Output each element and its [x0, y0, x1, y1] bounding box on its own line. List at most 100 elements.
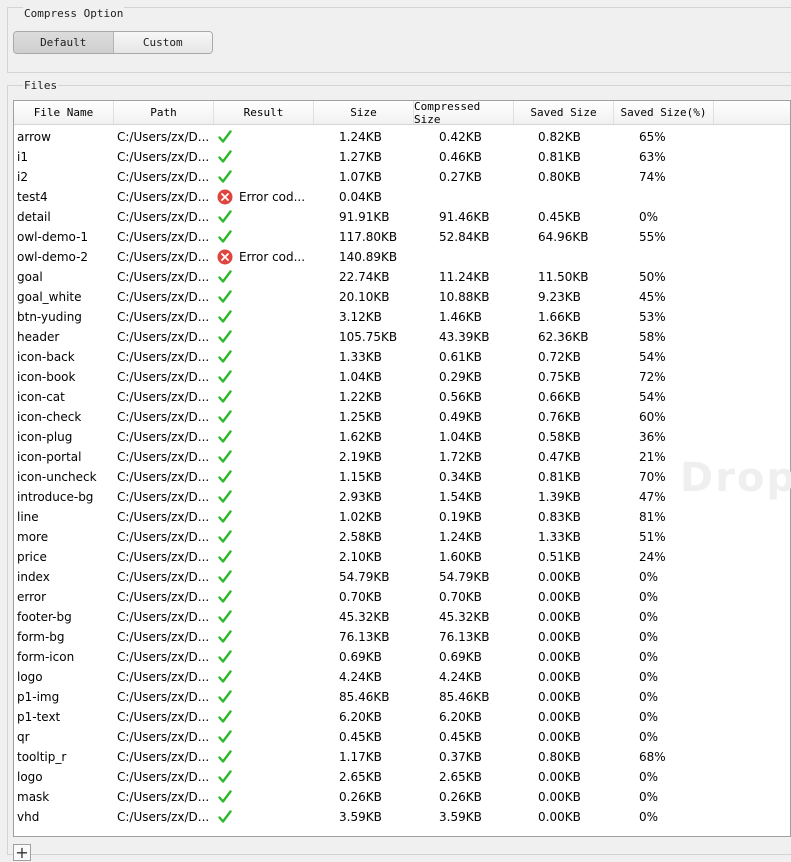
column-header-file-name[interactable]: File Name [14, 101, 114, 124]
file-name-cell: form-bg [17, 630, 65, 644]
result-cell [214, 129, 314, 145]
file-name-cell: introduce-bg [17, 490, 94, 504]
saved-percent-cell: 68% [639, 750, 666, 764]
table-row[interactable]: detail C:/Users/zx/D... 91.91KB 91.46KB 0.45… [14, 207, 790, 227]
size-cell: 1.62KB [339, 430, 382, 444]
saved-percent-cell: 0% [639, 730, 659, 744]
table-row[interactable]: qr C:/Users/zx/D... 0.45KB 0.45KB 0.00KB 0% [14, 727, 790, 747]
saved-percent-cell: 72% [639, 370, 666, 384]
table-row[interactable]: error C:/Users/zx/D... 0.70KB 0.70KB 0.00KB 0… [14, 587, 790, 607]
path-cell: C:/Users/zx/D... [117, 430, 210, 444]
table-row[interactable]: p1-text C:/Users/zx/D... 6.20KB 6.20KB 0.00K… [14, 707, 790, 727]
table-row[interactable]: price C:/Users/zx/D... 2.10KB 1.60KB 0.51KB 2… [14, 547, 790, 567]
table-row[interactable]: icon-portal C:/Users/zx/D... 2.19KB 1.72KB 0… [14, 447, 790, 467]
table-row[interactable]: vhd C:/Users/zx/D... 3.59KB 3.59KB 0.00KB 0% [14, 807, 790, 827]
table-row[interactable]: icon-uncheck C:/Users/zx/D... 1.15KB 0.34KB… [14, 467, 790, 487]
table-row[interactable]: icon-cat C:/Users/zx/D... 1.22KB 0.56KB 0.66… [14, 387, 790, 407]
table-row[interactable]: index C:/Users/zx/D... 54.79KB 54.79KB 0.00K… [14, 567, 790, 587]
table-row[interactable]: icon-check C:/Users/zx/D... 1.25KB 0.49KB 0.… [14, 407, 790, 427]
table-row[interactable]: goal C:/Users/zx/D... 22.74KB 11.24KB 11.50K… [14, 267, 790, 287]
size-cell: 1.33KB [339, 350, 382, 364]
column-header-path[interactable]: Path [114, 101, 214, 124]
saved-percent-cell: 0% [639, 690, 659, 704]
size-cell: 54.79KB [339, 570, 390, 584]
check-icon [217, 309, 233, 325]
table-row[interactable]: icon-plug C:/Users/zx/D... 1.62KB 1.04KB 0.5… [14, 427, 790, 447]
table-row[interactable]: footer-bg C:/Users/zx/D... 45.32KB 45.32KB 0… [14, 607, 790, 627]
file-name-cell: logo [17, 770, 43, 784]
table-row[interactable]: p1-img C:/Users/zx/D... 85.46KB 85.46KB 0.00… [14, 687, 790, 707]
size-cell: 2.93KB [339, 490, 382, 504]
saved-percent-cell: 0% [639, 590, 659, 604]
custom-option-button[interactable]: Custom [112, 32, 212, 53]
path-cell: C:/Users/zx/D... [117, 350, 210, 364]
compressed-size-cell: 11.24KB [439, 270, 490, 284]
compressed-size-cell: 45.32KB [439, 610, 490, 624]
table-row[interactable]: test4 C:/Users/zx/D... Error cod... 0.04KB [14, 187, 790, 207]
result-cell [214, 169, 314, 185]
table-row[interactable]: line C:/Users/zx/D... 1.02KB 0.19KB 0.83KB 81… [14, 507, 790, 527]
column-header-saved-percent[interactable]: Saved Size(%) [614, 101, 714, 124]
file-name-cell: icon-back [17, 350, 75, 364]
check-icon [217, 489, 233, 505]
check-icon [217, 549, 233, 565]
table-row[interactable]: logo C:/Users/zx/D... 4.24KB 4.24KB 0.00KB 0% [14, 667, 790, 687]
file-name-cell: icon-book [17, 370, 76, 384]
check-icon [217, 809, 233, 825]
compressed-size-cell: 0.37KB [439, 750, 482, 764]
check-icon [217, 589, 233, 605]
saved-size-cell: 0.00KB [538, 770, 581, 784]
table-row[interactable]: more C:/Users/zx/D... 2.58KB 1.24KB 1.33KB 51… [14, 527, 790, 547]
compressed-size-cell: 76.13KB [439, 630, 490, 644]
path-cell: C:/Users/zx/D... [117, 610, 210, 624]
result-cell [214, 429, 314, 445]
table-row[interactable]: i1 C:/Users/zx/D... 1.27KB 0.46KB 0.81KB 63% [14, 147, 790, 167]
column-header-saved-size[interactable]: Saved Size [514, 101, 614, 124]
default-option-button[interactable]: Default [14, 32, 113, 53]
table-row[interactable]: header C:/Users/zx/D... 105.75KB 43.39KB 62.… [14, 327, 790, 347]
column-header-size[interactable]: Size [314, 101, 414, 124]
table-row[interactable]: mask C:/Users/zx/D... 0.26KB 0.26KB 0.00KB 0% [14, 787, 790, 807]
saved-percent-cell: 54% [639, 390, 666, 404]
table-row[interactable]: i2 C:/Users/zx/D... 1.07KB 0.27KB 0.80KB 74% [14, 167, 790, 187]
size-cell: 0.26KB [339, 790, 382, 804]
file-name-cell: icon-check [17, 410, 82, 424]
table-row[interactable]: goal_white C:/Users/zx/D... 20.10KB 10.88KB… [14, 287, 790, 307]
file-name-cell: index [17, 570, 50, 584]
result-cell [214, 649, 314, 665]
result-cell [214, 269, 314, 285]
table-row[interactable]: btn-yuding C:/Users/zx/D... 3.12KB 1.46KB 1.… [14, 307, 790, 327]
size-cell: 1.22KB [339, 390, 382, 404]
table-row[interactable]: icon-book C:/Users/zx/D... 1.04KB 0.29KB 0.7… [14, 367, 790, 387]
table-row[interactable]: introduce-bg C:/Users/zx/D... 2.93KB 1.54KB… [14, 487, 790, 507]
table-row[interactable]: tooltip_r C:/Users/zx/D... 1.17KB 0.37KB 0.8… [14, 747, 790, 767]
table-row[interactable]: logo C:/Users/zx/D... 2.65KB 2.65KB 0.00KB 0% [14, 767, 790, 787]
size-cell: 1.17KB [339, 750, 382, 764]
table-row[interactable]: icon-back C:/Users/zx/D... 1.33KB 0.61KB 0.7… [14, 347, 790, 367]
table-row[interactable]: owl-demo-2 C:/Users/zx/D... Error cod... 14… [14, 247, 790, 267]
check-icon [217, 349, 233, 365]
add-file-button[interactable]: + [13, 844, 31, 861]
column-header-compressed-size[interactable]: Compressed Size [414, 101, 514, 126]
file-name-cell: i1 [17, 150, 28, 164]
table-row[interactable]: owl-demo-1 C:/Users/zx/D... 117.80KB 52.84K… [14, 227, 790, 247]
compressed-size-cell: 2.65KB [439, 770, 482, 784]
table-row[interactable]: form-icon C:/Users/zx/D... 0.69KB 0.69KB 0.0… [14, 647, 790, 667]
file-name-cell: more [17, 530, 49, 544]
saved-percent-cell: 51% [639, 530, 666, 544]
path-cell: C:/Users/zx/D... [117, 390, 210, 404]
table-row[interactable]: arrow C:/Users/zx/D... 1.24KB 0.42KB 0.82KB 6… [14, 127, 790, 147]
path-cell: C:/Users/zx/D... [117, 170, 210, 184]
path-cell: C:/Users/zx/D... [117, 450, 210, 464]
size-cell: 1.02KB [339, 510, 382, 524]
check-icon [217, 329, 233, 345]
table-row[interactable]: form-bg C:/Users/zx/D... 76.13KB 76.13KB 0.0… [14, 627, 790, 647]
check-icon [217, 569, 233, 585]
size-cell: 1.24KB [339, 130, 382, 144]
column-header-result[interactable]: Result [214, 101, 314, 124]
size-cell: 20.10KB [339, 290, 390, 304]
watermark-text: Drop [680, 455, 791, 501]
compressed-size-cell: 1.24KB [439, 530, 482, 544]
files-title: Files [23, 79, 59, 92]
check-icon [217, 729, 233, 745]
